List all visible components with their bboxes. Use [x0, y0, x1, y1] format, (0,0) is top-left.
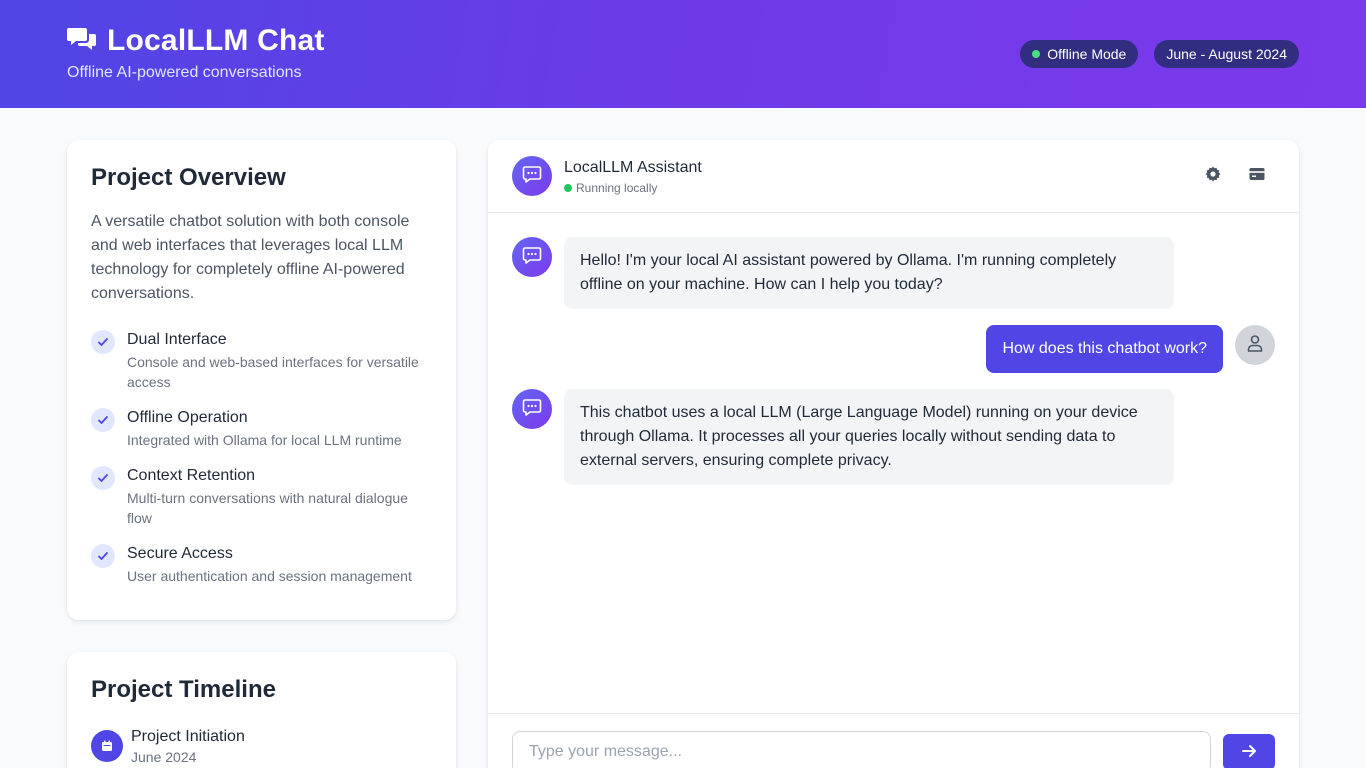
check-icon	[91, 408, 115, 432]
check-icon	[91, 466, 115, 490]
timeline-item-date: June 2024	[131, 749, 197, 765]
check-icon	[91, 330, 115, 354]
calendar-icon	[91, 730, 123, 762]
arrow-right-icon	[1240, 742, 1258, 763]
chat-header: LocalLLM Assistant Running locally	[488, 140, 1299, 213]
user-message	[1235, 325, 1275, 365]
offline-mode-label: Offline Mode	[1047, 46, 1127, 62]
feature-title: Context Retention	[127, 467, 256, 484]
feature-item: Dual Interface Console and web-based int…	[91, 330, 432, 392]
assistant-avatar	[512, 237, 552, 277]
send-button[interactable]	[1223, 734, 1275, 768]
brand: LocalLLM Chat Offline AI-powered convers…	[67, 24, 325, 82]
timeline-item-title: Project Initiation	[131, 728, 245, 745]
feature-item: Context Retention Multi-turn conversatio…	[91, 466, 432, 528]
timeline-title: Project Timeline	[91, 676, 276, 703]
feature-item: Offline Operation Integrated with Ollama…	[91, 408, 432, 450]
feature-title: Secure Access	[127, 545, 233, 562]
overview-title: Project Overview	[91, 164, 286, 191]
comments-icon	[67, 26, 97, 57]
project-overview-card: Project Overview A versatile chatbot sol…	[67, 140, 456, 620]
settings-button[interactable]	[1203, 166, 1223, 186]
feature-list: Dual Interface Console and web-based int…	[91, 330, 432, 586]
feature-title: Dual Interface	[127, 331, 227, 348]
check-icon	[91, 544, 115, 568]
archive-icon	[1248, 165, 1266, 188]
user-message-text: How does this chatbot work?	[986, 325, 1223, 373]
assistant-status-label: Running locally	[576, 181, 658, 195]
online-dot	[564, 184, 572, 192]
user-avatar	[1235, 325, 1275, 365]
offline-mode-badge: Offline Mode	[1020, 40, 1139, 68]
date-range-label: June - August 2024	[1166, 46, 1287, 62]
assistant-name: LocalLLM Assistant	[564, 159, 702, 176]
app-header: LocalLLM Chat Offline AI-powered convers…	[0, 0, 1366, 108]
feature-title: Offline Operation	[127, 409, 248, 426]
assistant-message	[512, 237, 552, 277]
user-icon	[1245, 333, 1265, 358]
feature-description: Multi-turn conversations with natural di…	[127, 490, 408, 526]
gear-icon	[1204, 165, 1222, 188]
project-timeline-card: Project Timeline Project Initiation June…	[67, 652, 456, 768]
assistant-avatar	[512, 156, 552, 196]
feature-item: Secure Access User authentication and se…	[91, 544, 432, 586]
feature-description: Integrated with Ollama for local LLM run…	[127, 432, 402, 448]
assistant-avatar	[512, 389, 552, 429]
app-title: LocalLLM Chat	[107, 24, 325, 57]
chat-bubble-icon	[522, 245, 542, 270]
assistant-message-text: Hello! I'm your local AI assistant power…	[564, 237, 1174, 309]
assistant-status: Running locally	[564, 181, 702, 195]
feature-description: Console and web-based interfaces for ver…	[127, 354, 419, 390]
chat-bubble-icon	[522, 164, 542, 189]
timeline-item: Project Initiation June 2024	[91, 728, 432, 765]
message-input[interactable]	[512, 731, 1211, 768]
chat-bubble-icon	[522, 397, 542, 422]
archive-button[interactable]	[1247, 166, 1267, 186]
chat-panel: LocalLLM Assistant Running locally Hello…	[488, 140, 1299, 768]
assistant-message-text: This chatbot uses a local LLM (Large Lan…	[564, 389, 1174, 485]
status-dot	[1032, 50, 1041, 58]
app-subtitle: Offline AI-powered conversations	[67, 64, 302, 81]
overview-description: A versatile chatbot solution with both c…	[91, 213, 410, 302]
feature-description: User authentication and session manageme…	[127, 568, 412, 584]
message-composer	[488, 713, 1299, 768]
assistant-message	[512, 389, 552, 429]
date-range-badge: June - August 2024	[1154, 40, 1299, 68]
